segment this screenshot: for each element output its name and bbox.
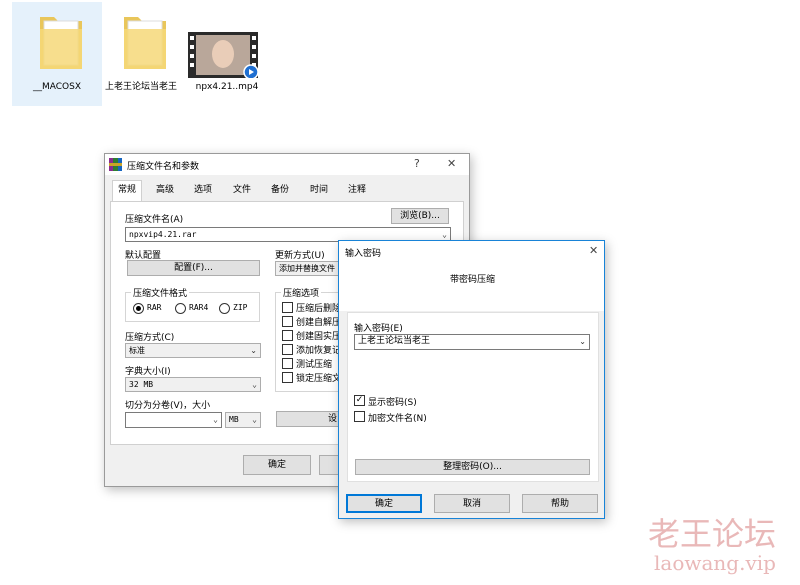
option-checkbox[interactable] xyxy=(282,302,293,313)
encrypt-filenames-label: 加密文件名(N) xyxy=(368,414,427,424)
archive-name-label: 压缩文件名(A) xyxy=(125,215,184,225)
enter-password-label: 输入密码(E) xyxy=(354,324,403,334)
option-checkbox[interactable] xyxy=(282,316,293,327)
watermark-text: 老王论坛 xyxy=(648,515,777,553)
tab-time[interactable]: 时间 xyxy=(305,181,333,201)
folder-icon xyxy=(40,17,82,69)
option-label: 锁定压缩文 xyxy=(296,374,340,384)
chevron-down-icon: ⌄ xyxy=(250,346,257,355)
profiles-button[interactable]: 配置(F)... xyxy=(127,260,260,276)
browse-button[interactable]: 浏览(B)... xyxy=(391,208,449,224)
update-mode-select[interactable]: 添加并替换文件 xyxy=(275,261,341,276)
archive-name-value: npxvip4.21.rar xyxy=(129,230,197,239)
show-password-label: 显示密码(S) xyxy=(368,398,417,408)
split-size-input[interactable]: ⌄ xyxy=(125,412,222,428)
split-unit-select[interactable]: MB ⌄ xyxy=(225,412,261,428)
set-password-label: 设 xyxy=(327,414,337,424)
tab-options[interactable]: 选项 xyxy=(189,181,217,201)
ok-button[interactable]: 确定 xyxy=(243,455,311,475)
desktop-icon-folder[interactable]: 上老王论坛当老王 xyxy=(96,2,186,106)
format-rar-label: RAR xyxy=(147,303,162,312)
option-label: 压缩后删除 xyxy=(296,304,340,314)
update-mode-label: 更新方式(U) xyxy=(275,251,325,261)
chevron-down-icon[interactable]: ⌄ xyxy=(579,335,586,348)
chevron-down-icon[interactable]: ⌄ xyxy=(213,413,218,426)
winrar-icon xyxy=(109,158,122,171)
format-rar4-radio[interactable] xyxy=(175,303,186,314)
option-checkbox[interactable] xyxy=(282,358,293,369)
tab-comment[interactable]: 注释 xyxy=(343,181,371,201)
tab-backup[interactable]: 备份 xyxy=(266,181,294,201)
compression-method-select[interactable]: 标准 ⌄ xyxy=(125,343,261,358)
password-dialog-body xyxy=(339,263,604,311)
dialog-title: 压缩文件名和参数 xyxy=(127,162,200,172)
password-value: 上老王论坛当老王 xyxy=(358,336,431,346)
update-mode-value: 添加并替换文件 xyxy=(279,264,335,273)
chevron-down-icon: ⌄ xyxy=(252,415,257,424)
option-row[interactable]: 添加恢复记 xyxy=(282,343,340,357)
watermark-url: laowang.vip xyxy=(654,551,776,575)
password-input[interactable]: 上老王论坛当老王 ⌄ xyxy=(354,334,590,350)
password-ok-button[interactable]: 确定 xyxy=(346,494,422,513)
dialog-heading: 带密码压缩 xyxy=(450,275,496,285)
tab-advanced[interactable]: 高级 xyxy=(151,181,179,201)
title-bar: 压缩文件名和参数 ? ✕ xyxy=(105,154,469,175)
split-volumes-label: 切分为分卷(V)，大小 xyxy=(125,401,211,411)
option-row[interactable]: 锁定压缩文 xyxy=(282,371,340,385)
tab-files[interactable]: 文件 xyxy=(228,181,256,201)
password-cancel-button[interactable]: 取消 xyxy=(434,494,510,513)
option-row[interactable]: 创建固实压 xyxy=(282,329,340,343)
option-label: 测试压缩 xyxy=(296,360,333,370)
archiving-options-label: 压缩选项 xyxy=(281,286,322,299)
option-row[interactable]: 创建自解压 xyxy=(282,315,340,329)
option-label: 添加恢复记 xyxy=(296,346,340,356)
desktop-icon-label: __MACOSX xyxy=(32,82,81,92)
close-icon[interactable]: ✕ xyxy=(447,157,456,170)
tab-general[interactable]: 常规 xyxy=(112,180,143,202)
organize-passwords-button[interactable]: 整理密码(O)... xyxy=(355,459,590,475)
show-password-checkbox[interactable]: ✓ xyxy=(354,395,365,406)
encrypt-filenames-checkbox[interactable] xyxy=(354,411,365,422)
video-thumbnail-icon xyxy=(188,32,258,78)
dictionary-size-value: 32 MB xyxy=(129,380,154,389)
help-button[interactable]: ? xyxy=(414,157,420,170)
options-list: 压缩后删除 创建自解压 创建固实压 添加恢复记 测试压缩 锁定压缩文 xyxy=(282,301,340,385)
dictionary-size-select[interactable]: 32 MB ⌄ xyxy=(125,377,261,392)
option-checkbox[interactable] xyxy=(282,372,293,383)
folder-icon xyxy=(124,17,166,69)
option-label: 创建自解压 xyxy=(296,318,340,328)
archive-format-group-label: 压缩文件格式 xyxy=(131,286,190,299)
desktop-icon-label: 上老王论坛当老王 xyxy=(104,82,177,92)
title-bar: 输入密码 ✕ xyxy=(339,241,604,263)
desktop-icon-label: npx4.21..mp4 xyxy=(195,82,259,92)
option-checkbox[interactable] xyxy=(282,330,293,341)
compression-method-label: 压缩方式(C) xyxy=(125,333,175,343)
chevron-down-icon: ⌄ xyxy=(252,380,257,389)
desktop-icon-macosx[interactable]: __MACOSX xyxy=(12,2,102,106)
option-checkbox[interactable] xyxy=(282,344,293,355)
desktop-icon-video[interactable]: npx4.21..mp4 xyxy=(182,2,272,106)
format-rar-radio[interactable] xyxy=(133,303,144,314)
close-icon[interactable]: ✕ xyxy=(589,244,598,257)
set-password-button[interactable]: 设 xyxy=(276,411,340,427)
option-label: 创建固实压 xyxy=(296,332,340,342)
split-unit-value: MB xyxy=(229,415,239,424)
compression-method-value: 标准 xyxy=(129,346,145,355)
password-help-button[interactable]: 帮助 xyxy=(522,494,598,513)
option-row[interactable]: 压缩后删除 xyxy=(282,301,340,315)
format-zip-radio[interactable] xyxy=(219,303,230,314)
option-row[interactable]: 测试压缩 xyxy=(282,357,340,371)
format-rar4-label: RAR4 xyxy=(189,303,209,312)
format-zip-label: ZIP xyxy=(233,303,248,312)
dictionary-size-label: 字典大小(I) xyxy=(125,367,171,377)
dialog-title: 输入密码 xyxy=(345,249,382,259)
